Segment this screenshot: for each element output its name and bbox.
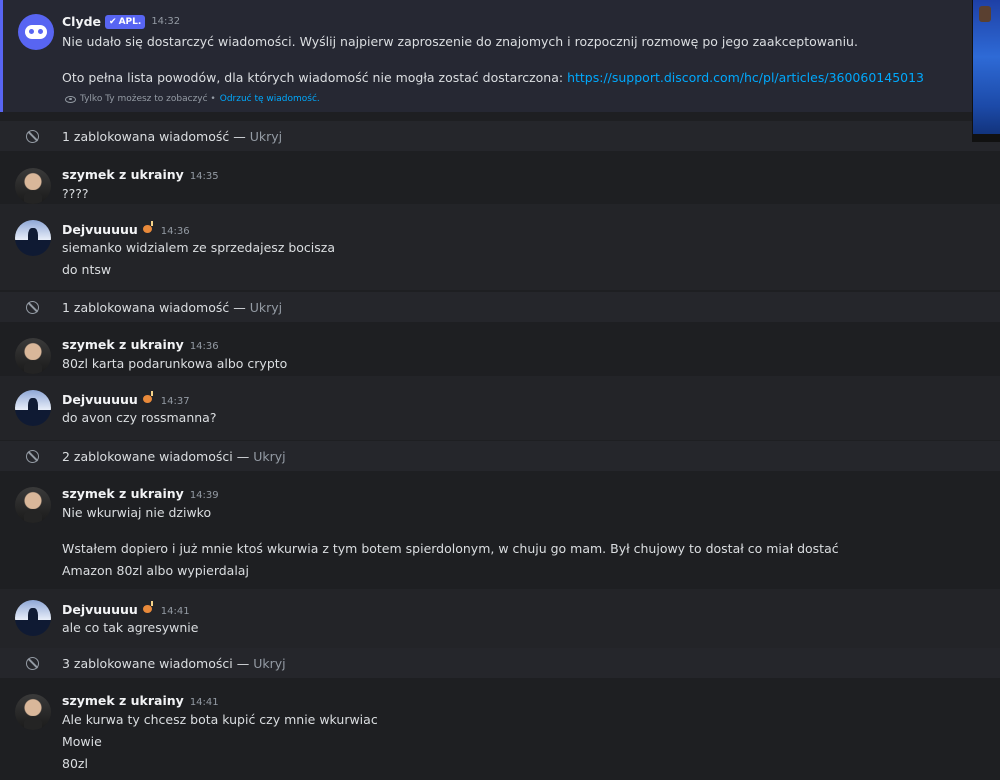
message-text: 80zl <box>62 756 88 771</box>
timestamp: 14:39 <box>189 490 219 501</box>
app-badge: ✔ APL. <box>105 14 146 29</box>
author-name[interactable]: szymek z ukrainy <box>62 337 184 352</box>
chat-message: szymek z ukrainy 14:39 Nie wkurwiaj nie … <box>0 477 1000 587</box>
message-text: Mowie <box>62 734 102 749</box>
role-emoji-icon <box>142 221 155 235</box>
user-avatar[interactable] <box>15 487 51 523</box>
author-name[interactable]: Dejvuuuuu <box>62 222 138 237</box>
chat-message: szymek z ukrainy 14:35 ???? <box>0 158 1000 204</box>
timestamp: 14:37 <box>160 396 190 407</box>
blocked-messages-row: 1 zablokowana wiadomość — Ukryj <box>0 292 1000 322</box>
verified-check-icon: ✔ <box>109 16 117 27</box>
timestamp: 14:41 <box>160 606 190 617</box>
message-text: Nie wkurwiaj nie dziwko <box>62 505 212 520</box>
message-text: do ntsw <box>62 262 112 277</box>
chat-message: szymek z ukrainy 14:36 80zl karta podaru… <box>0 328 1000 374</box>
dismiss-message-link[interactable]: Odrzuć tę wiadomość. <box>220 94 320 104</box>
author-name[interactable]: szymek z ukrainy <box>62 167 184 182</box>
role-emoji-icon <box>142 391 155 405</box>
author-name[interactable]: Dejvuuuuu <box>62 392 138 407</box>
hide-blocked-link[interactable]: Ukryj <box>253 449 285 464</box>
hide-blocked-link[interactable]: Ukryj <box>250 129 282 144</box>
chat-message: szymek z ukrainy 14:41 Ale kurwa ty chce… <box>0 684 1000 780</box>
timestamp: 14:36 <box>160 226 190 237</box>
timestamp: 14:32 <box>151 16 181 27</box>
author-name[interactable]: Dejvuuuuu <box>62 602 138 617</box>
blocked-icon <box>26 656 39 670</box>
author-name[interactable]: Clyde <box>62 14 101 29</box>
message-text: do avon czy rossmanna? <box>62 410 217 425</box>
message-text: Oto pełna lista powodów, dla których wia… <box>62 70 925 85</box>
eye-icon <box>65 95 76 103</box>
chat-message: Dejvuuuuu 14:37 do avon czy rossmanna? <box>0 376 1000 440</box>
chat-message: Dejvuuuuu 14:36 siemanko widzialem ze sp… <box>0 204 1000 290</box>
message-text: siemanko widzialem ze sprzedajesz bocisz… <box>62 240 336 255</box>
blocked-messages-row: 2 zablokowane wiadomości — Ukryj <box>0 441 1000 471</box>
blocked-icon <box>26 129 39 143</box>
message-text: ???? <box>62 186 89 201</box>
user-avatar[interactable] <box>15 390 51 426</box>
blocked-messages-row: 1 zablokowana wiadomość — Ukryj <box>0 121 1000 151</box>
ephemeral-notice: Tylko Ty możesz to zobaczyć • Odrzuć tę … <box>65 94 320 104</box>
message-text: Amazon 80zl albo wypierdalaj <box>62 563 249 578</box>
bot-face-icon <box>25 25 47 39</box>
blocked-messages-row: 3 zablokowane wiadomości — Ukryj <box>0 648 1000 678</box>
support-link[interactable]: https://support.discord.com/hc/pl/articl… <box>567 70 924 85</box>
message-text: Ale kurwa ty chcesz bota kupić czy mnie … <box>62 712 378 727</box>
message-text: Wstałem dopiero i już mnie ktoś wkurwia … <box>62 541 839 556</box>
blocked-icon <box>26 300 39 314</box>
timestamp: 14:36 <box>189 341 219 352</box>
author-name[interactable]: szymek z ukrainy <box>62 486 184 501</box>
chat-message: Dejvuuuuu 14:41 ale co tak agresywnie <box>0 589 1000 651</box>
overlay-thumbnail[interactable] <box>972 0 1000 142</box>
author-name[interactable]: szymek z ukrainy <box>62 693 184 708</box>
user-avatar[interactable] <box>15 168 51 204</box>
user-avatar[interactable] <box>15 220 51 256</box>
blocked-icon <box>26 449 39 463</box>
thumbnail-taskbar <box>973 134 1000 142</box>
character-sprite-icon <box>979 6 991 22</box>
role-emoji-icon <box>142 601 155 615</box>
hide-blocked-link[interactable]: Ukryj <box>250 300 282 315</box>
clyde-message: Clyde ✔ APL. 14:32 Nie udało się dostarcz… <box>0 0 1000 112</box>
message-text: ale co tak agresywnie <box>62 620 199 635</box>
user-avatar[interactable] <box>15 338 51 374</box>
timestamp: 14:41 <box>189 697 219 708</box>
timestamp: 14:35 <box>189 171 219 182</box>
message-text: Nie udało się dostarczyć wiadomości. Wyś… <box>62 34 858 49</box>
chat-messages: Clyde ✔ APL. 14:32 Nie udało się dostarcz… <box>0 0 1000 780</box>
user-avatar[interactable] <box>15 600 51 636</box>
hide-blocked-link[interactable]: Ukryj <box>253 656 285 671</box>
user-avatar[interactable] <box>15 694 51 730</box>
clyde-avatar[interactable] <box>18 14 54 50</box>
message-text: 80zl karta podarunkowa albo crypto <box>62 356 288 371</box>
